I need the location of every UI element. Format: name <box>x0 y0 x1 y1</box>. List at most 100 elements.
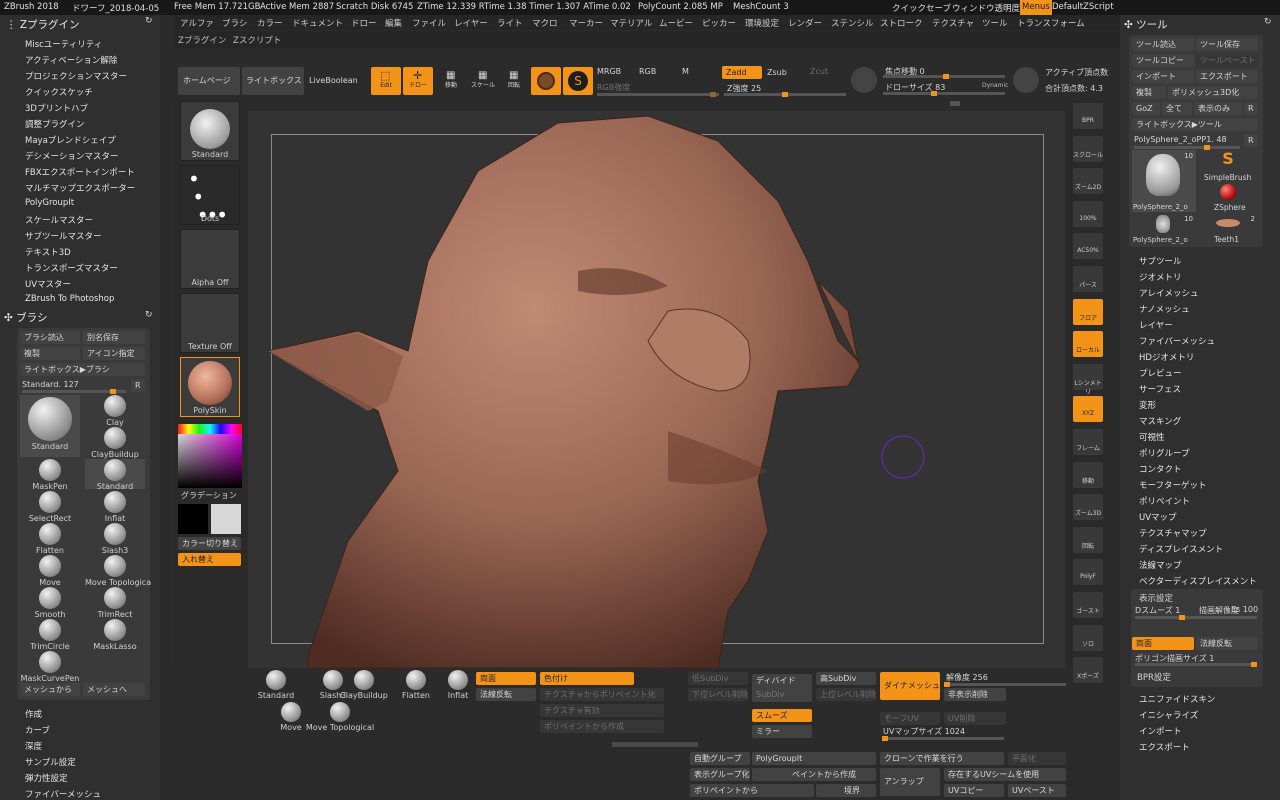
gradient-label[interactable]: グラデーション <box>181 490 237 501</box>
uv-size-track[interactable] <box>882 736 1004 741</box>
brush-item[interactable]: MaskCurvePen <box>20 651 80 683</box>
brush-item[interactable]: Move <box>20 555 80 587</box>
right-shelf-button[interactable]: 回転 <box>1073 527 1103 553</box>
dynamic-toggle[interactable]: Dynamic <box>982 82 1008 89</box>
menu-item[interactable]: ドロー <box>351 17 377 29</box>
plugin-item[interactable]: FBXエクスポートインポート <box>25 166 135 178</box>
morph-uv-button[interactable]: モーフUV <box>880 712 940 725</box>
lower-subdiv-button[interactable]: 低SubDiv <box>688 672 748 685</box>
tool-subpalette[interactable]: テクスチャマップ <box>1139 527 1207 539</box>
from-paint-button[interactable]: ペイントから作成 <box>752 768 876 781</box>
brush-item[interactable]: SelectRect <box>20 491 80 523</box>
divide-button[interactable]: ディバイド SubDiv <box>752 674 812 702</box>
clone-brush-button[interactable]: 複製 <box>20 347 80 360</box>
menu-item[interactable]: ライト <box>497 17 523 29</box>
tool-subpalette[interactable]: 法線マップ <box>1139 559 1182 571</box>
paste-tool-button[interactable]: ツールペースト <box>1196 54 1258 67</box>
draw-size-track[interactable] <box>883 91 1005 96</box>
brush-item[interactable]: Standard <box>20 395 80 457</box>
right-shelf-button[interactable]: BPR <box>1073 103 1103 129</box>
m-toggle[interactable]: M <box>682 67 689 76</box>
tool-subpalette[interactable]: プレビュー <box>1139 367 1182 379</box>
save-tool-button[interactable]: ツール保存 <box>1196 38 1258 51</box>
zsub-toggle[interactable]: Zsub <box>767 68 787 77</box>
save-as-button[interactable]: 別名保存 <box>83 331 145 344</box>
plugin-item[interactable]: クイックスケッチ <box>25 86 93 98</box>
menu-item[interactable]: ツール <box>982 17 1008 29</box>
brush-r-button[interactable]: R <box>131 379 145 392</box>
menu-item[interactable]: アルファ <box>180 17 214 29</box>
smooth-button[interactable]: スムーズ <box>752 709 812 722</box>
tool-thumb-sub[interactable]: 10 PolySphere_2_o <box>1132 213 1196 245</box>
tray-item[interactable]: 弾力性設定 <box>25 772 68 784</box>
move-handle-icon[interactable]: ✣ <box>1124 19 1133 31</box>
zadd-toggle[interactable]: Zadd <box>722 66 762 79</box>
scale-mode-button[interactable]: ▦ スケール <box>469 67 497 95</box>
mrgb-toggle[interactable]: MRGB <box>597 67 621 76</box>
tray-item[interactable]: 作成 <box>25 708 42 720</box>
standard-brush-tile[interactable]: Standard <box>180 101 240 161</box>
brush-item[interactable]: ClayBuildup <box>85 427 145 459</box>
plugin-item[interactable]: 調整プラグイン <box>25 118 85 130</box>
right-shelf-button[interactable]: スクロール <box>1073 136 1103 162</box>
tool-subpalette[interactable]: ジオメトリ <box>1139 271 1182 283</box>
sphere-s-icon[interactable] <box>851 67 877 93</box>
tool-subpalette[interactable]: モーフターゲット <box>1139 479 1207 491</box>
goz-button[interactable]: GoZ <box>1132 102 1160 115</box>
lightbox-tool-button[interactable]: ライトボックス▶ツール <box>1132 118 1258 131</box>
bottom-brush-item[interactable]: Inflat <box>432 670 484 700</box>
plugin-item[interactable]: Mayaブレンドシェイプ <box>25 134 116 146</box>
tool-subpalette[interactable]: エクスポート <box>1139 741 1190 753</box>
right-shelf-button[interactable]: 100% <box>1073 201 1103 227</box>
right-shelf-button[interactable]: ズーム3D <box>1073 494 1103 520</box>
brush-item[interactable]: MaskLasso <box>85 619 145 651</box>
tool-subpalette[interactable]: ベクターディスプレイスメント <box>1139 575 1257 587</box>
canvas-handle[interactable] <box>950 101 960 106</box>
menu-item[interactable]: マテリアル <box>610 17 652 29</box>
tool-subpalette[interactable]: サブツール <box>1139 255 1182 267</box>
plugin-item[interactable]: Miscユーティリティ <box>25 38 102 50</box>
draw-button[interactable]: ✛ ドロー <box>403 67 433 95</box>
delete-higher-button[interactable]: 上位レベル削除 <box>816 688 876 701</box>
copy-tool-button[interactable]: ツールコピー <box>1132 54 1194 67</box>
rgb-toggle[interactable]: RGB <box>639 67 656 76</box>
tray-item[interactable]: ファイバーメッシュ <box>25 788 101 800</box>
tool-subpalette[interactable]: ディスプレイスメント <box>1139 543 1223 555</box>
uv-copy-button[interactable]: UVコピー <box>944 784 1004 797</box>
brush-slider[interactable] <box>22 389 126 394</box>
auto-group-button[interactable]: 自動グループ <box>690 752 750 765</box>
plugin-item[interactable]: サブツールマスター <box>25 230 102 242</box>
lightbox-button[interactable]: ライトボックス <box>242 67 304 95</box>
tool-thumb-teeth[interactable]: 2 Teeth1 <box>1198 213 1258 245</box>
brush-item[interactable]: MaskPen <box>20 459 80 491</box>
brush-item[interactable]: Flatten <box>20 523 80 555</box>
brush-item[interactable]: Slash3 <box>85 523 145 555</box>
sphere-d-icon[interactable] <box>1013 67 1039 93</box>
plugin-item[interactable]: トランスポーズマスター <box>25 262 118 274</box>
tool-subpalette[interactable]: アレイメッシュ <box>1139 287 1199 299</box>
set-icon-button[interactable]: アイコン指定 <box>83 347 145 360</box>
higher-subdiv-button[interactable]: 高SubDiv <box>816 672 876 685</box>
hue-ring[interactable] <box>178 424 242 434</box>
clone-work-button[interactable]: クローンで作業を行う <box>880 752 1004 765</box>
polyframe-track[interactable] <box>1135 662 1257 667</box>
right-shelf-button[interactable]: ソロ <box>1073 625 1103 651</box>
move-handle-icon[interactable]: ✣ <box>4 312 13 324</box>
zcut-toggle[interactable]: Zcut <box>810 67 828 76</box>
r-button[interactable]: R <box>1244 102 1258 115</box>
submenu-item[interactable]: Zプラグイン <box>178 34 226 46</box>
plugin-item[interactable]: 3Dプリントハブ <box>25 102 88 114</box>
smooth-mode-button[interactable]: S <box>563 67 593 95</box>
from-polypaint-button[interactable]: ポリペイントから <box>690 784 814 797</box>
import-button[interactable]: インポート <box>1132 70 1194 83</box>
quicksave-button[interactable]: クイックセーブ <box>892 2 951 14</box>
menu-item[interactable]: トランスフォーム <box>1017 17 1085 29</box>
focal-track[interactable] <box>883 74 1005 79</box>
all-button[interactable]: 全て <box>1162 102 1192 115</box>
tray-item[interactable]: カーブ <box>25 724 50 736</box>
menu-item[interactable]: レンダー <box>788 17 822 29</box>
uv-map-size-slider[interactable]: UVマップサイズ 1024 <box>883 726 965 737</box>
window-transparency[interactable]: ウィンドウ透明度 <box>952 2 1020 14</box>
brush-item[interactable]: Clay <box>85 395 145 427</box>
menu-item[interactable]: レイヤー <box>454 17 488 29</box>
